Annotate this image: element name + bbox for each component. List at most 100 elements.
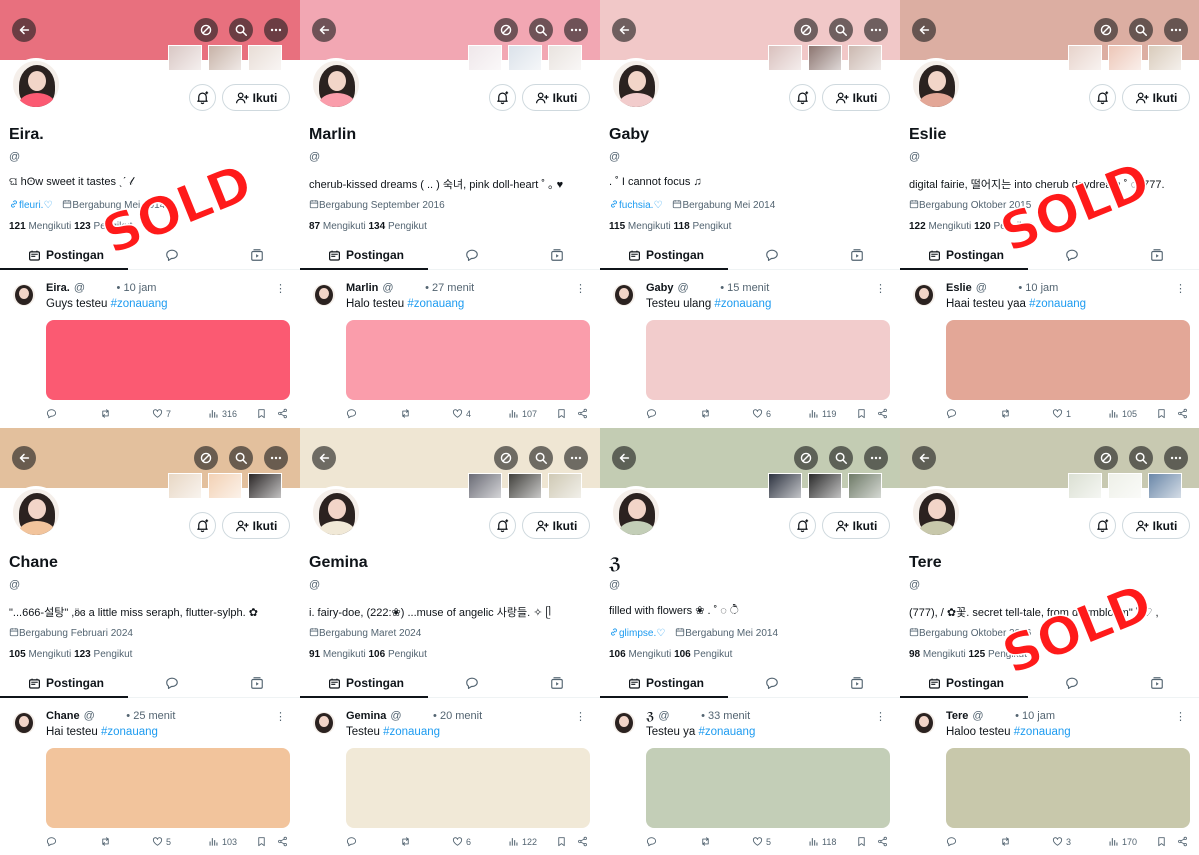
tab-replies-icon[interactable] xyxy=(165,676,179,690)
tab-posts[interactable]: Postingan xyxy=(328,248,404,262)
post-hashtag[interactable]: #zonauang xyxy=(714,298,771,310)
tab-posts[interactable]: Postingan xyxy=(928,248,1004,262)
share-button[interactable] xyxy=(577,408,588,419)
post-color-swatch[interactable] xyxy=(946,748,1190,828)
tab-replies-icon[interactable] xyxy=(465,248,479,262)
notification-bell-button[interactable] xyxy=(189,512,216,539)
post-hashtag[interactable]: #zonauang xyxy=(1029,298,1086,310)
share-button[interactable] xyxy=(1177,836,1188,847)
post-hashtag[interactable]: #zonauang xyxy=(1014,726,1071,738)
post-author-name[interactable]: Gemina xyxy=(346,710,386,722)
reply-button[interactable] xyxy=(46,836,57,847)
tab-replies-icon[interactable] xyxy=(765,248,779,262)
post-more-icon[interactable]: ⋮ xyxy=(575,710,586,723)
tab-media-icon[interactable] xyxy=(550,676,564,690)
more-button[interactable] xyxy=(564,446,588,470)
post-author-name[interactable]: Marlin xyxy=(346,282,378,294)
notification-bell-button[interactable] xyxy=(1089,84,1116,111)
retweet-button[interactable] xyxy=(400,408,411,419)
tab-replies-icon[interactable] xyxy=(1065,676,1079,690)
views-button[interactable]: 170 xyxy=(1108,836,1137,847)
highlight-thumbnail[interactable] xyxy=(248,473,282,499)
post-color-swatch[interactable] xyxy=(46,320,290,400)
followers-count[interactable]: 106 Pengikut xyxy=(369,649,427,660)
followers-count[interactable]: 125 Pengikut xyxy=(969,649,1027,660)
reply-button[interactable] xyxy=(646,836,657,847)
post-hashtag[interactable]: #zonauang xyxy=(698,726,755,738)
highlight-thumbnail[interactable] xyxy=(468,473,502,499)
bookmark-button[interactable] xyxy=(856,408,867,419)
tab-posts[interactable]: Postingan xyxy=(328,676,404,690)
views-button[interactable]: 105 xyxy=(1108,408,1137,419)
profile-avatar[interactable] xyxy=(310,58,362,110)
grok-icon[interactable] xyxy=(194,446,218,470)
post-time[interactable]: • 10 jam xyxy=(89,282,157,294)
following-count[interactable]: 87 Mengikuti xyxy=(309,221,366,232)
highlight-thumbnail[interactable] xyxy=(208,473,242,499)
post-more-icon[interactable]: ⋮ xyxy=(875,282,886,295)
post-author-name[interactable]: Gaby xyxy=(646,282,674,294)
post-hashtag[interactable]: #zonauang xyxy=(383,726,440,738)
bookmark-button[interactable] xyxy=(1156,408,1167,419)
post-hashtag[interactable]: #zonauang xyxy=(407,298,464,310)
views-button[interactable]: 119 xyxy=(808,408,836,419)
retweet-button[interactable] xyxy=(700,408,711,419)
tab-replies-icon[interactable] xyxy=(465,676,479,690)
post-color-swatch[interactable] xyxy=(346,320,590,400)
back-button[interactable] xyxy=(312,446,336,470)
following-count[interactable]: 91 Mengikuti xyxy=(309,649,366,660)
post-time[interactable]: • 10 jam xyxy=(988,710,1055,722)
more-button[interactable] xyxy=(264,18,288,42)
post-author-name[interactable]: Eslie xyxy=(946,282,972,294)
grok-icon[interactable] xyxy=(194,18,218,42)
grok-icon[interactable] xyxy=(794,18,818,42)
highlight-thumbnail[interactable] xyxy=(168,473,202,499)
follow-button[interactable]: Ikuti xyxy=(222,512,290,539)
tab-replies-icon[interactable] xyxy=(765,676,779,690)
post-time[interactable]: • 25 menit xyxy=(99,710,175,722)
post-avatar[interactable] xyxy=(613,284,635,306)
follow-button[interactable]: Ikuti xyxy=(1122,512,1190,539)
following-count[interactable]: 115 Mengikuti xyxy=(609,221,671,232)
profile-link[interactable]: fuchsia.♡ xyxy=(609,199,662,211)
like-button[interactable]: 6 xyxy=(452,836,471,847)
profile-link-text[interactable]: fleuri.♡ xyxy=(19,200,52,211)
highlight-thumbnail[interactable] xyxy=(808,473,842,499)
post-time[interactable]: • 27 menit xyxy=(398,282,474,294)
bookmark-button[interactable] xyxy=(856,836,867,847)
post-more-icon[interactable]: ⋮ xyxy=(1175,282,1186,295)
highlight-thumbnail[interactable] xyxy=(1148,45,1182,71)
back-button[interactable] xyxy=(912,18,936,42)
followers-count[interactable]: 118 Pengikut xyxy=(674,221,732,232)
highlight-thumbnail[interactable] xyxy=(1068,45,1102,71)
share-button[interactable] xyxy=(277,836,288,847)
highlight-thumbnail[interactable] xyxy=(1148,473,1182,499)
share-button[interactable] xyxy=(277,408,288,419)
tab-posts[interactable]: Postingan xyxy=(628,248,704,262)
highlight-thumbnail[interactable] xyxy=(508,45,542,71)
highlight-thumbnail[interactable] xyxy=(848,45,882,71)
search-button[interactable] xyxy=(529,446,553,470)
like-button[interactable]: 7 xyxy=(152,408,171,419)
reply-button[interactable] xyxy=(946,836,957,847)
post-color-swatch[interactable] xyxy=(346,748,590,828)
tab-replies-icon[interactable] xyxy=(165,248,179,262)
tab-media-icon[interactable] xyxy=(850,248,864,262)
search-button[interactable] xyxy=(229,18,253,42)
views-button[interactable]: 107 xyxy=(508,408,537,419)
follow-button[interactable]: Ikuti xyxy=(522,512,590,539)
follow-button[interactable]: Ikuti xyxy=(822,84,890,111)
follow-button[interactable]: Ikuti xyxy=(1122,84,1190,111)
post-color-swatch[interactable] xyxy=(646,748,890,828)
post-more-icon[interactable]: ⋮ xyxy=(275,710,286,723)
like-button[interactable]: 3 xyxy=(1052,836,1071,847)
post-author-name[interactable]: Chane xyxy=(46,710,80,722)
notification-bell-button[interactable] xyxy=(489,512,516,539)
tab-media-icon[interactable] xyxy=(1150,676,1164,690)
post-avatar[interactable] xyxy=(13,284,35,306)
share-button[interactable] xyxy=(877,836,888,847)
following-count[interactable]: 98 Mengikuti xyxy=(909,649,966,660)
search-button[interactable] xyxy=(1129,446,1153,470)
post-avatar[interactable] xyxy=(913,712,935,734)
grok-icon[interactable] xyxy=(794,446,818,470)
